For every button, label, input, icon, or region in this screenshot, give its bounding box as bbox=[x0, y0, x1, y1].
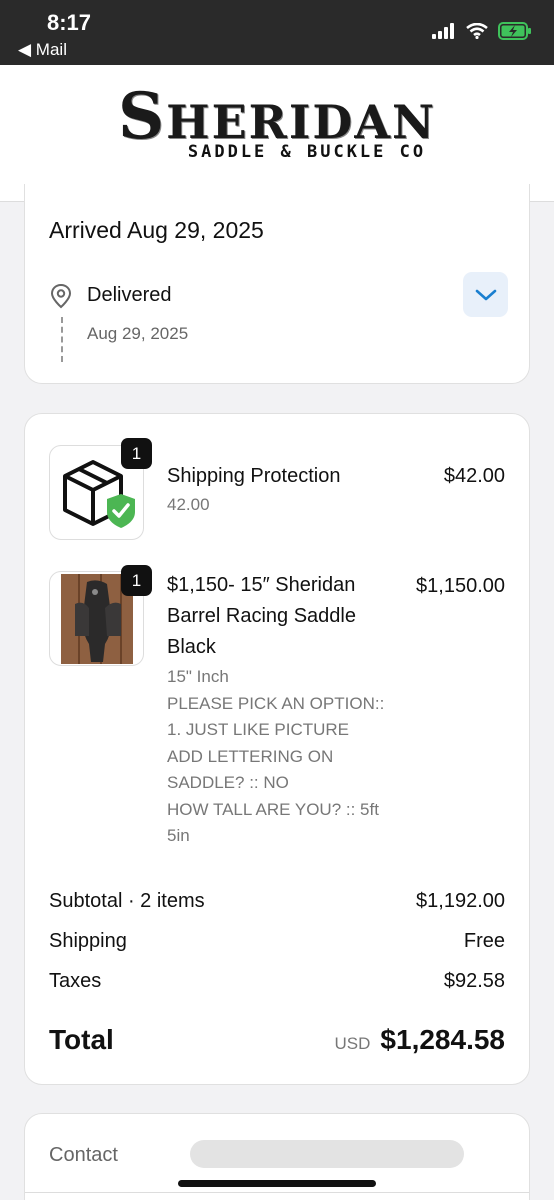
total-row: Total USD $1,284.58 bbox=[49, 1024, 505, 1056]
delivery-card: Arrived Aug 29, 2025 Delivered Aug 29, 2… bbox=[24, 184, 530, 384]
expand-tracking-button[interactable] bbox=[463, 272, 508, 317]
contact-value-redacted bbox=[190, 1140, 464, 1168]
total-value: $1,284.58 bbox=[380, 1024, 505, 1055]
total-label: Total bbox=[49, 1024, 114, 1055]
divider bbox=[25, 1192, 529, 1193]
item-quantity-badge: 1 bbox=[121, 565, 152, 596]
delivery-status: Delivered bbox=[87, 284, 172, 306]
logo-name: HERIDAN bbox=[166, 95, 437, 149]
item-detail: SADDLE? :: NO bbox=[167, 773, 289, 792]
shipping-label: Shipping bbox=[49, 930, 127, 952]
wifi-icon bbox=[466, 23, 488, 39]
home-indicator[interactable] bbox=[178, 1180, 376, 1187]
chevron-down-icon bbox=[475, 289, 496, 300]
status-icons bbox=[432, 22, 532, 40]
item-detail: 5in bbox=[167, 826, 190, 845]
item-quantity-badge: 1 bbox=[121, 438, 152, 469]
item-detail: ADD LETTERING ON bbox=[167, 746, 334, 766]
total-amount: USD $1,284.58 bbox=[335, 1024, 505, 1056]
logo-wordmark: SHERIDAN bbox=[109, 85, 445, 150]
arrival-heading: Arrived Aug 29, 2025 bbox=[49, 217, 264, 243]
item-detail: PLEASE PICK AN OPTION:: bbox=[167, 693, 385, 713]
subtotal-label: Subtotal · 2 items bbox=[49, 890, 205, 912]
battery-charging-icon bbox=[498, 22, 531, 40]
item-price: $1,150.00 bbox=[416, 575, 505, 597]
item-price: $42.00 bbox=[443, 465, 505, 487]
shipping-value: Free bbox=[463, 930, 505, 952]
taxes-value: $92.58 bbox=[443, 970, 505, 992]
timeline-line bbox=[61, 317, 63, 362]
contact-label: Contact bbox=[49, 1144, 118, 1166]
item-title: $1,150- 15″ Sheridan Barrel Racing Saddl… bbox=[167, 574, 356, 658]
shipping-row: Shipping Free bbox=[49, 930, 505, 953]
taxes-row: Taxes $92.58 bbox=[49, 970, 505, 993]
status-bar: 8:17 ◀ Mail bbox=[0, 0, 554, 65]
subtotal-value: $1,192.00 bbox=[416, 890, 505, 912]
back-to-mail-link[interactable]: ◀ Mail bbox=[18, 40, 67, 60]
store-header: SHERIDAN SADDLE & BUCKLE CO bbox=[0, 65, 554, 202]
taxes-label: Taxes bbox=[49, 970, 102, 992]
item-detail: 42.00 bbox=[167, 495, 210, 514]
item-title: Shipping Protection bbox=[167, 465, 341, 487]
signal-icon bbox=[432, 23, 454, 39]
item-detail: 1. JUST LIKE PICTURE bbox=[167, 720, 350, 739]
item-detail: 15" Inch bbox=[167, 667, 229, 686]
order-summary-card: 1 Shipping Protection $42.00 42.00 1 $1,… bbox=[24, 413, 530, 1085]
store-logo[interactable]: SHERIDAN SADDLE & BUCKLE CO bbox=[109, 85, 445, 178]
currency-code: USD bbox=[334, 1034, 371, 1053]
item-detail: HOW TALL ARE YOU? :: 5ft bbox=[167, 799, 379, 819]
location-pin-icon bbox=[50, 283, 72, 309]
status-time: 8:17 bbox=[47, 10, 92, 35]
subtotal-row: Subtotal · 2 items $1,192.00 bbox=[49, 890, 505, 913]
delivery-date: Aug 29, 2025 bbox=[87, 324, 189, 343]
logo-initial: S bbox=[117, 79, 167, 154]
